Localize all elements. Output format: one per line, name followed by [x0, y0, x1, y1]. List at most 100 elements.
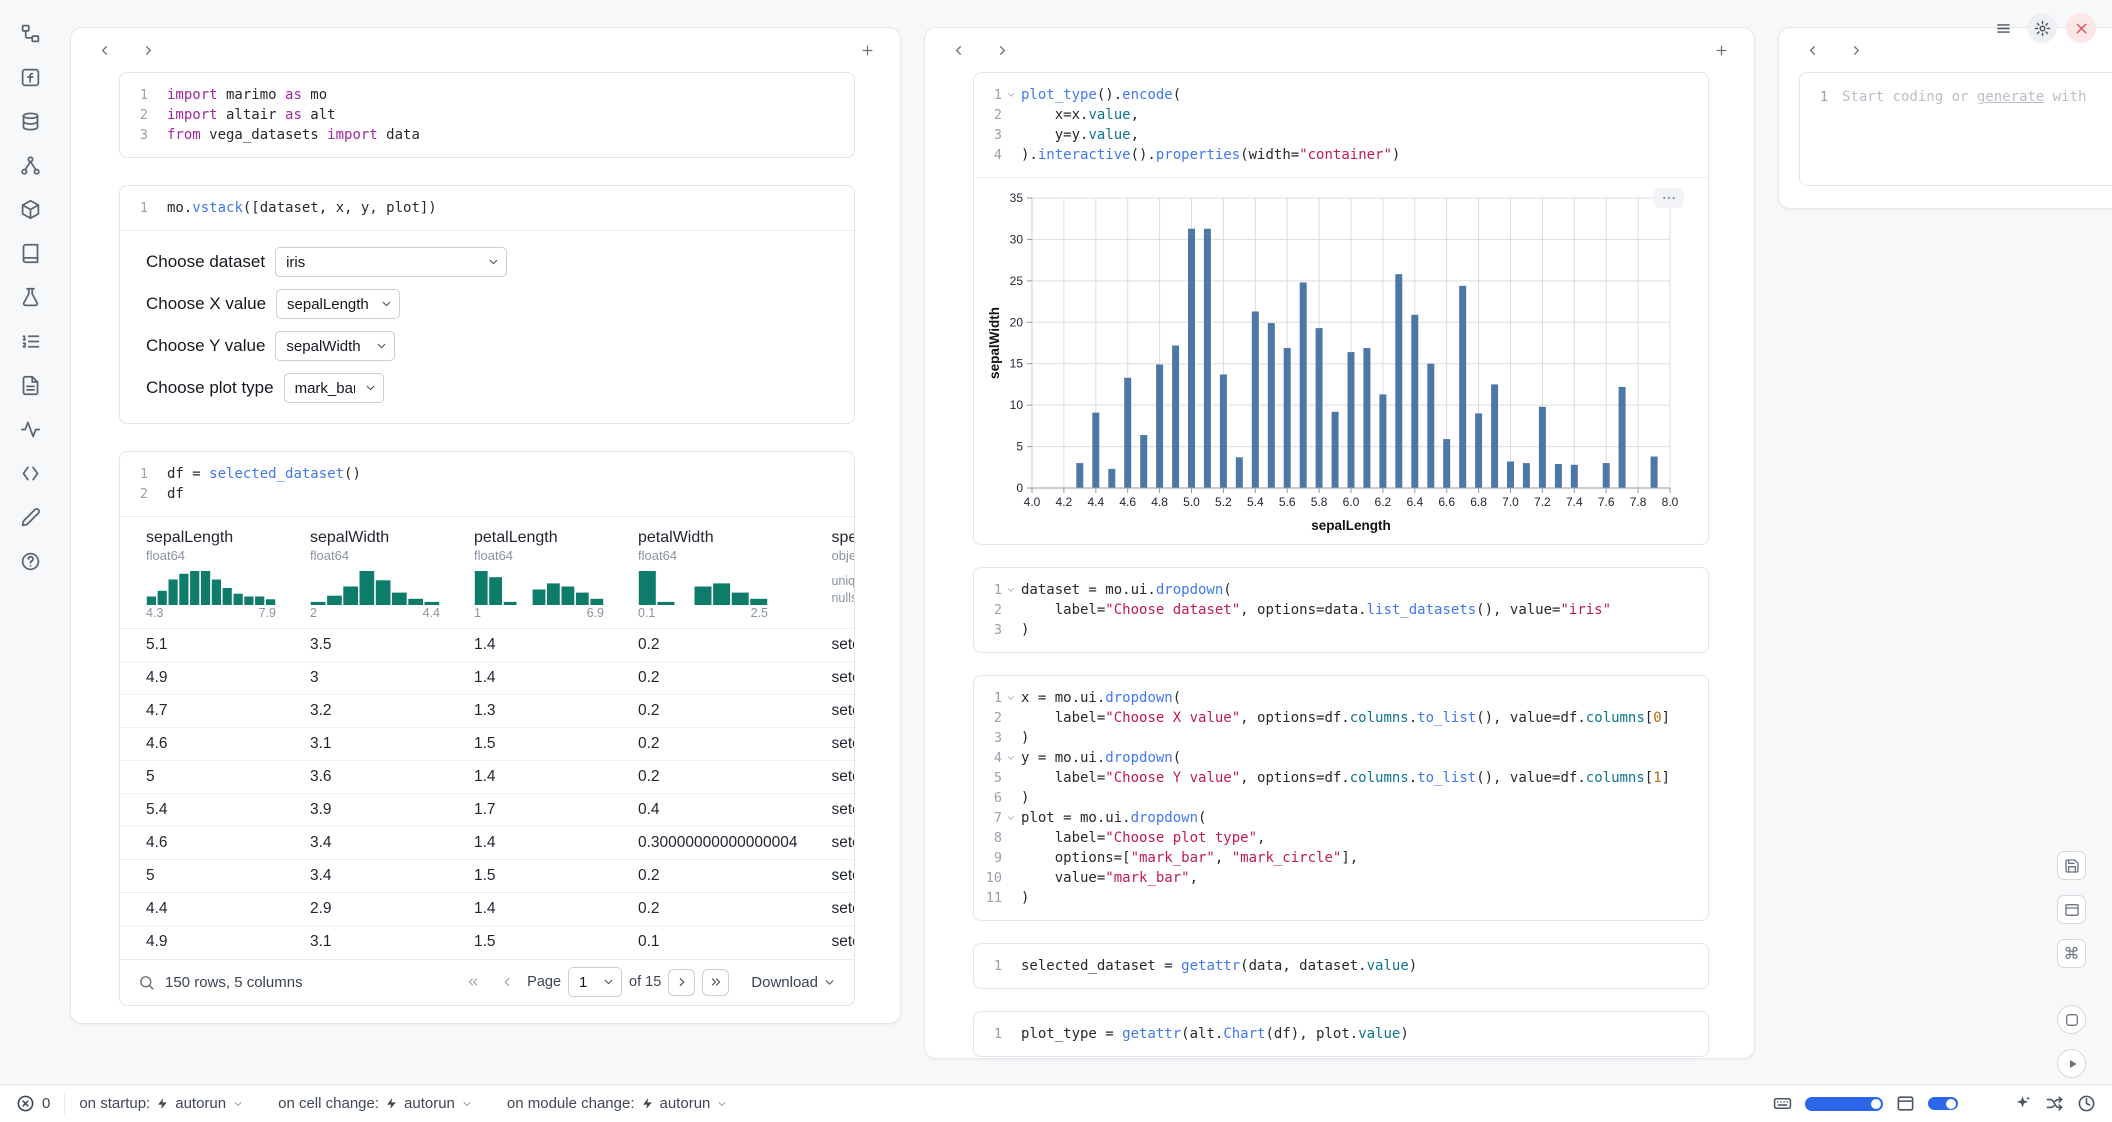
altair-chart[interactable]: 4.04.24.44.64.85.05.25.45.65.86.06.26.46…	[986, 186, 1696, 538]
svg-text:sepalLength: sepalLength	[1311, 518, 1391, 533]
code-editor[interactable]: 1import marimo as mo2import altair as al…	[120, 73, 854, 157]
column-header[interactable]: sepalWidthfloat6424.4	[284, 517, 448, 629]
column-header[interactable]: speciesobjectuniquenulls:	[805, 517, 854, 629]
chevron-right-icon[interactable]	[989, 37, 1015, 63]
line-number: 2	[124, 105, 148, 125]
download-button[interactable]: Download	[751, 974, 836, 991]
on-startup-config[interactable]: on startup: autorun	[79, 1095, 244, 1112]
on-cell-change-config[interactable]: on cell change: autorun	[278, 1095, 473, 1112]
fold-chevron-icon[interactable]	[1002, 585, 1019, 595]
column-header[interactable]: petalWidthfloat640.12.5	[612, 517, 805, 629]
line-number: 1	[978, 688, 1002, 708]
toggle-knob	[1871, 1099, 1881, 1109]
chart-menu-button[interactable]	[1654, 188, 1684, 208]
x-value-select[interactable]: sepalLength	[276, 289, 400, 319]
previous-page-button[interactable]	[493, 969, 520, 996]
code-editor[interactable]: 1selected_dataset = getattr(data, datase…	[974, 944, 1708, 988]
code-editor[interactable]: 1plot_type = getattr(alt.Chart(df), plot…	[974, 1012, 1708, 1056]
line-number: 1	[124, 198, 148, 218]
settings-button[interactable]	[2027, 13, 2057, 43]
table-row[interactable]: 5.43.91.70.4setosa	[120, 794, 854, 827]
fold-chevron-icon[interactable]	[1002, 753, 1019, 763]
add-cell-button[interactable]	[854, 37, 880, 63]
code-editor[interactable]: 1mo.vstack([dataset, x, y, plot])	[120, 186, 854, 230]
table-row[interactable]: 4.42.91.40.2setosa	[120, 893, 854, 926]
chevron-left-icon[interactable]	[1799, 37, 1825, 63]
help-icon[interactable]	[15, 546, 45, 576]
terminal-button[interactable]	[2057, 1005, 2086, 1034]
error-indicator[interactable]: 0	[16, 1094, 50, 1113]
tracing-icon[interactable]	[15, 414, 45, 444]
plot-type-select[interactable]: mark_bar	[284, 373, 384, 403]
chevron-right-icon[interactable]	[135, 37, 161, 63]
last-page-button[interactable]	[702, 969, 729, 996]
table-row[interactable]: 4.73.21.30.2setosa	[120, 695, 854, 728]
table-row[interactable]: 4.63.11.50.2setosa	[120, 728, 854, 761]
table-row[interactable]: 5.13.51.40.2setosa	[120, 629, 854, 662]
history-icon[interactable]	[2077, 1094, 2096, 1113]
table-cell: 4.9	[120, 926, 284, 959]
dataset-select[interactable]: iris	[275, 247, 507, 277]
table-row[interactable]: 4.63.41.40.30000000000000004setosa	[120, 827, 854, 860]
svg-text:7.6: 7.6	[1598, 495, 1615, 509]
page-select[interactable]: 1	[568, 967, 622, 997]
svg-text:25: 25	[1010, 274, 1024, 288]
generate-link[interactable]: generate	[1977, 89, 2044, 105]
config-label: on startup:	[79, 1095, 150, 1112]
labs-icon[interactable]	[15, 282, 45, 312]
fold-chevron-icon[interactable]	[1002, 90, 1019, 100]
shutdown-button[interactable]	[2066, 13, 2096, 43]
code-editor[interactable]: 1 Start coding or generate with	[1800, 73, 2112, 119]
notebook-icon[interactable]	[15, 238, 45, 268]
chevron-right-icon[interactable]	[1843, 37, 1869, 63]
ai-sparkles-icon[interactable]	[2013, 1094, 2032, 1113]
snippets-icon[interactable]	[15, 458, 45, 488]
search-icon[interactable]	[138, 974, 155, 991]
documentation-icon[interactable]	[15, 370, 45, 400]
packages-icon[interactable]	[15, 194, 45, 224]
svg-text:7.2: 7.2	[1534, 495, 1551, 509]
data-sources-icon[interactable]	[15, 106, 45, 136]
outline-icon[interactable]	[15, 326, 45, 356]
functions-icon[interactable]	[15, 62, 45, 92]
panel-toggle[interactable]	[1928, 1097, 1958, 1110]
code-editor[interactable]: 1x = mo.ui.dropdown(2 label="Choose X va…	[974, 676, 1708, 920]
save-button[interactable]	[2057, 851, 2086, 880]
command-palette-button[interactable]: ⌘	[2057, 939, 2086, 968]
svg-text:4.8: 4.8	[1151, 495, 1168, 509]
first-page-button[interactable]	[459, 969, 486, 996]
chevron-left-icon[interactable]	[945, 37, 971, 63]
on-module-change-config[interactable]: on module change: autorun	[507, 1095, 728, 1112]
line-number: 1	[124, 464, 148, 484]
run-all-button[interactable]	[2057, 1049, 2086, 1078]
fold-chevron-icon[interactable]	[1002, 813, 1019, 823]
next-page-button[interactable]	[668, 969, 695, 996]
shuffle-icon[interactable]	[2045, 1094, 2064, 1113]
code-editor[interactable]: 1df = selected_dataset()2df	[120, 452, 854, 516]
runtime-toggle[interactable]	[1805, 1097, 1883, 1111]
line-number: 3	[978, 125, 1002, 145]
table-row[interactable]: 53.61.40.2setosa	[120, 761, 854, 794]
chevron-left-icon[interactable]	[91, 37, 117, 63]
table-cell: setosa	[805, 926, 854, 959]
panel-icon[interactable]	[1896, 1094, 1915, 1113]
y-value-select[interactable]: sepalWidth	[275, 331, 395, 361]
table-cell: setosa	[805, 695, 854, 728]
error-count: 0	[42, 1095, 50, 1112]
cell-empty[interactable]: 1 Start coding or generate with	[1799, 72, 2112, 186]
code-editor[interactable]: 1dataset = mo.ui.dropdown(2 label="Choos…	[974, 568, 1708, 652]
column-header[interactable]: sepalLengthfloat644.37.9	[120, 517, 284, 629]
table-row[interactable]: 4.931.40.2setosa	[120, 662, 854, 695]
fold-chevron-icon[interactable]	[1002, 693, 1019, 703]
scratchpad-icon[interactable]	[15, 502, 45, 532]
keyboard-icon[interactable]	[1773, 1094, 1792, 1113]
table-of-contents-icon[interactable]	[15, 18, 45, 48]
column-header[interactable]: petalLengthfloat6416.9	[448, 517, 612, 629]
app-view-button[interactable]	[2057, 895, 2086, 924]
table-row[interactable]: 53.41.50.2setosa	[120, 860, 854, 893]
add-cell-button[interactable]	[1708, 37, 1734, 63]
table-row[interactable]: 4.93.11.50.1setosa	[120, 926, 854, 959]
variables-icon[interactable]	[15, 150, 45, 180]
notebook-menu-button[interactable]	[1988, 13, 2018, 43]
code-editor[interactable]: 1plot_type().encode(2 x=x.value,3 y=y.va…	[974, 73, 1708, 177]
